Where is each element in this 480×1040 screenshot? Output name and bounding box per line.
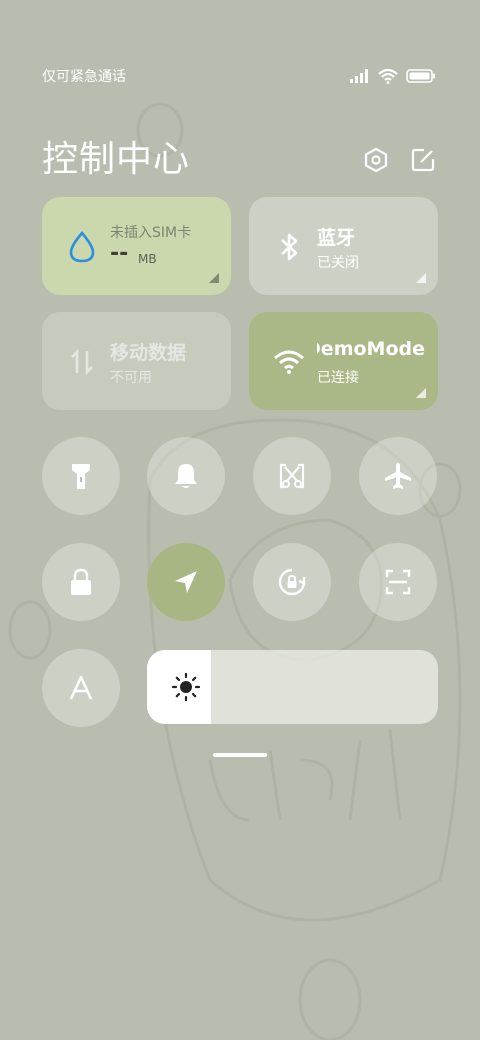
lock-icon — [71, 568, 91, 595]
wifi-icon — [378, 68, 398, 84]
wifi-icon — [271, 344, 307, 380]
bluetooth-icon — [271, 229, 307, 265]
font-size-toggle[interactable] — [42, 649, 120, 727]
screenshot-toggle[interactable] — [253, 437, 331, 515]
signal-icon — [350, 69, 368, 83]
bluetooth-tile[interactable]: 蓝牙 已关闭 — [249, 197, 438, 295]
water-drop-icon — [64, 229, 100, 265]
status-bar: 仅可紧急通话 — [42, 64, 436, 88]
location-toggle[interactable] — [147, 543, 225, 621]
sim-data-tile[interactable]: 未插入SIM卡 -- MB — [42, 197, 231, 295]
bluetooth-title: 蓝牙 — [317, 227, 356, 249]
sim-status-label: 未插入SIM卡 — [110, 225, 192, 241]
page-title: 控制中心 — [42, 139, 191, 180]
tile-expand-corner — [416, 388, 426, 398]
status-icons — [350, 68, 436, 84]
flashlight-toggle[interactable] — [42, 437, 120, 515]
rotation-lock-icon — [278, 568, 306, 596]
mobile-data-tile[interactable]: 移动数据 不可用 — [42, 312, 231, 410]
tile-expand-corner — [209, 273, 219, 283]
data-usage-unit: MB — [138, 252, 157, 266]
mobile-data-status: 不可用 — [110, 370, 152, 386]
flashlight-icon — [72, 464, 90, 489]
lock-screen-toggle[interactable] — [42, 543, 120, 621]
wifi-status: 已连接 — [317, 370, 359, 386]
tile-expand-corner — [416, 273, 426, 283]
screenshot-scissors-icon — [279, 463, 305, 489]
home-handle[interactable] — [213, 753, 267, 757]
silent-toggle[interactable] — [147, 437, 225, 515]
settings-button[interactable] — [360, 144, 392, 176]
scan-icon — [385, 569, 411, 595]
bell-icon — [175, 464, 197, 488]
settings-hexagon-icon — [364, 147, 388, 173]
font-size-icon — [69, 675, 93, 700]
scan-toggle[interactable] — [359, 543, 437, 621]
rotation-lock-toggle[interactable] — [253, 543, 331, 621]
wifi-tile[interactable]: DemoMode 已连接 — [249, 312, 438, 410]
data-arrows-icon — [64, 344, 100, 380]
brightness-slider[interactable] — [147, 650, 438, 724]
wifi-network-name: DemoMode — [317, 338, 425, 360]
edit-icon — [411, 148, 435, 172]
carrier-status-text: 仅可紧急通话 — [42, 69, 126, 85]
bluetooth-status: 已关闭 — [317, 255, 359, 271]
location-arrow-icon — [175, 571, 197, 593]
mobile-data-title: 移动数据 — [110, 342, 187, 364]
airplane-icon — [385, 463, 411, 489]
sun-icon — [169, 670, 203, 704]
airplane-mode-toggle[interactable] — [359, 437, 437, 515]
battery-icon — [406, 69, 435, 83]
data-usage-value: -- — [110, 241, 129, 266]
edit-button[interactable] — [407, 144, 439, 176]
